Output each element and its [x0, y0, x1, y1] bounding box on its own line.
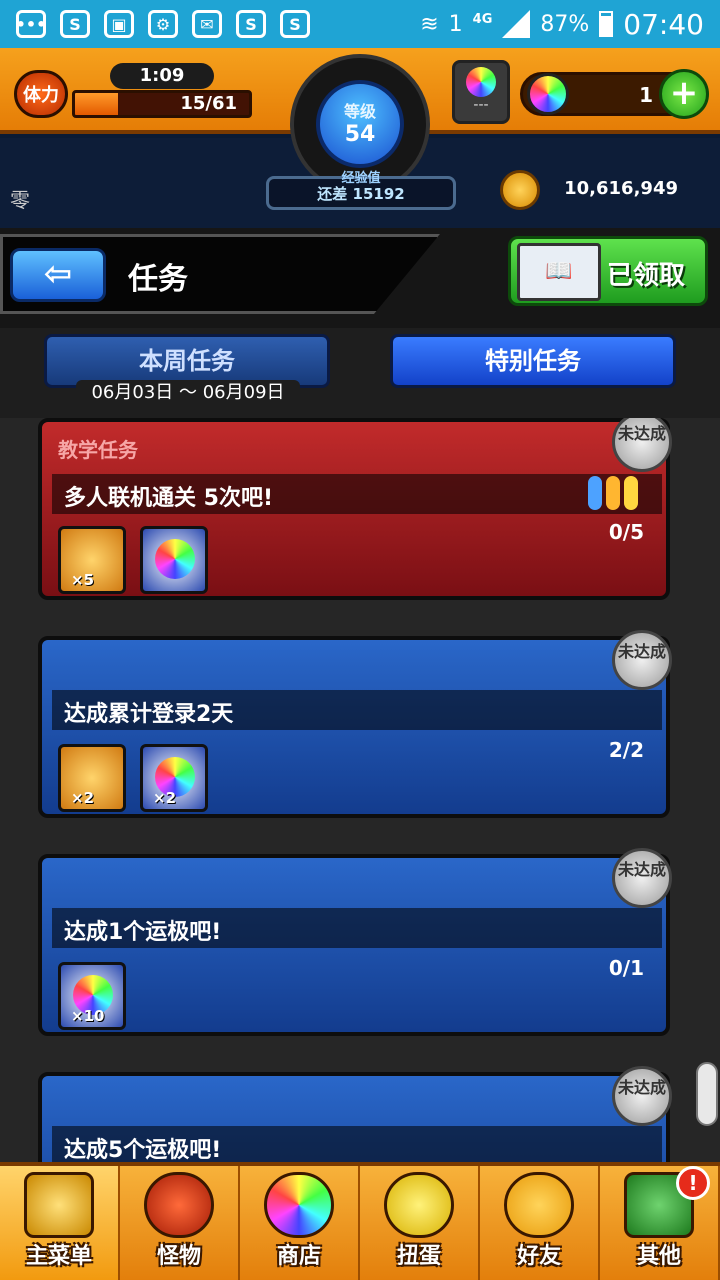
back-button[interactable]: ⇦	[10, 248, 106, 302]
notification-icons: ••• S ▣ ⚙ ✉ S S	[16, 10, 310, 38]
orb-reward-icon: ×2	[140, 744, 208, 812]
mail-icon: ✉	[192, 10, 222, 38]
game-header: 体力 1:09 15/61 等级 54 经验值 还差 15192 --- 1 +…	[0, 48, 720, 228]
notification-badge: !	[676, 1166, 710, 1200]
character-reward-icon: ×5	[58, 526, 126, 594]
orb-icon	[527, 73, 569, 115]
nav-other[interactable]: 其他 !	[600, 1166, 720, 1280]
nav-label: 怪物	[156, 1244, 201, 1269]
mission-progress: 0/5	[608, 520, 644, 544]
nav-label: 商店	[276, 1244, 321, 1269]
reward-list: ×10	[58, 962, 126, 1030]
orb-reward-icon	[140, 526, 208, 594]
gacha-icon	[384, 1172, 454, 1238]
scrollbar-thumb[interactable]	[696, 1062, 718, 1126]
orb-reward-icon: ×10	[58, 962, 126, 1030]
mission-title: 达成1个运极吧!	[64, 920, 222, 945]
helmet-text: ---	[473, 97, 489, 113]
mission-card[interactable]: 达成5个运极吧! 未达成	[38, 1066, 672, 1162]
date-range: 06月03日 ～ 06月09日	[76, 380, 300, 408]
mission-list[interactable]: 教学任务 多人联机通关 5次吧! 0/5 未达成 ×5 达成累计登录2天 2/2…	[0, 418, 720, 1162]
stamina-timer: 1:09	[110, 63, 214, 89]
reward-list: ×2 ×2	[58, 744, 208, 812]
sim-indicator: 1	[448, 11, 463, 37]
mission-category: 教学任务	[58, 438, 138, 462]
wifi-icon: ≋	[420, 11, 439, 37]
mission-card[interactable]: 达成累计登录2天 2/2 未达成 ×2 ×2	[38, 630, 672, 818]
stamina-bar-fill	[75, 93, 118, 115]
stamina-value: 15/61	[180, 93, 237, 114]
mission-card[interactable]: 达成1个运极吧! 0/1 未达成 ×10	[38, 848, 672, 1036]
exp-label: 经验值	[341, 171, 381, 186]
home-icon	[24, 1172, 94, 1238]
add-orb-button[interactable]: +	[659, 69, 709, 119]
helmet-gem-icon	[466, 67, 496, 97]
mission-title-bar: 达成5个运极吧!	[52, 1126, 662, 1162]
book-icon: 📖	[517, 243, 601, 301]
bottom-nav: 主菜单 怪物 商店 扭蛋 好友 其他 !	[0, 1162, 720, 1280]
app-s-icon: S	[60, 10, 90, 38]
nav-shop[interactable]: 商店	[240, 1166, 360, 1280]
mission-progress: 0/1	[608, 956, 644, 980]
player-name: 零	[10, 188, 30, 212]
mission-title-bar: 多人联机通关 5次吧!	[52, 474, 662, 514]
orb-counter: 1 +	[520, 69, 709, 119]
app-icon-2: S	[280, 10, 310, 38]
status-bar: ••• S ▣ ⚙ ✉ S S ≋ 1 4G 87% 07:40	[0, 0, 720, 48]
nav-label: 好友	[516, 1244, 561, 1269]
nav-label: 其他	[636, 1244, 681, 1269]
mission-title: 达成5个运极吧!	[64, 1138, 222, 1162]
level-label: 等级	[343, 102, 376, 121]
exp-box: 经验值 还差 15192	[266, 171, 456, 210]
nav-label: 扭蛋	[396, 1244, 441, 1269]
nav-main-menu[interactable]: 主菜单	[0, 1166, 120, 1280]
mission-title-bar: 达成累计登录2天	[52, 690, 662, 730]
stamina-icon: 体力	[14, 70, 68, 118]
mission-title: 达成累计登录2天	[64, 702, 234, 727]
stamina-bar: 15/61	[72, 90, 252, 118]
network-type: 4G	[472, 11, 493, 27]
status-badge: 未达成	[612, 418, 672, 472]
status-badge: 未达成	[612, 848, 672, 908]
nav-monster[interactable]: 怪物	[120, 1166, 240, 1280]
shop-icon	[264, 1172, 334, 1238]
friends-icon	[504, 1172, 574, 1238]
reward-list: ×5	[58, 526, 208, 594]
battery-icon	[599, 11, 614, 37]
mission-card[interactable]: 教学任务 多人联机通关 5次吧! 0/5 未达成 ×5	[38, 418, 672, 600]
level-orb: 等级 54	[316, 80, 404, 168]
image-icon: ▣	[104, 10, 134, 38]
app-icon-1: S	[236, 10, 266, 38]
helmet-icon[interactable]: ---	[452, 60, 510, 124]
tabs-row: 本周任务 特别任务 06月03日 ～ 06月09日	[0, 328, 720, 418]
nav-label: 主菜单	[25, 1244, 92, 1269]
claimed-label: 已领取	[607, 261, 686, 291]
title-row: ⇦ 任务 📖 已领取	[0, 228, 720, 328]
clock: 07:40	[623, 7, 704, 41]
coin-icon	[500, 170, 540, 210]
signal-icon	[502, 10, 531, 38]
mission-title: 多人联机通关 5次吧!	[64, 486, 274, 511]
settings-icon: ⚙	[148, 10, 178, 38]
mission-progress: 2/2	[608, 738, 644, 762]
orb-count: 1	[639, 83, 653, 107]
coin-count: 10,616,949	[564, 178, 678, 199]
status-badge: 未达成	[612, 630, 672, 690]
character-reward-icon: ×2	[58, 744, 126, 812]
nav-friends[interactable]: 好友	[480, 1166, 600, 1280]
monster-icon	[144, 1172, 214, 1238]
status-badge: 未达成	[612, 1066, 672, 1126]
multiplayer-icon	[588, 476, 648, 512]
level-number: 54	[344, 122, 376, 147]
mission-title-bar: 达成1个运极吧!	[52, 908, 662, 948]
message-icon: •••	[16, 10, 46, 38]
page-title: 任务	[128, 262, 188, 297]
tab-special[interactable]: 特别任务	[390, 334, 676, 388]
nav-gacha[interactable]: 扭蛋	[360, 1166, 480, 1280]
battery-percent: 87%	[540, 11, 590, 37]
claimed-button[interactable]: 📖 已领取	[508, 236, 708, 306]
